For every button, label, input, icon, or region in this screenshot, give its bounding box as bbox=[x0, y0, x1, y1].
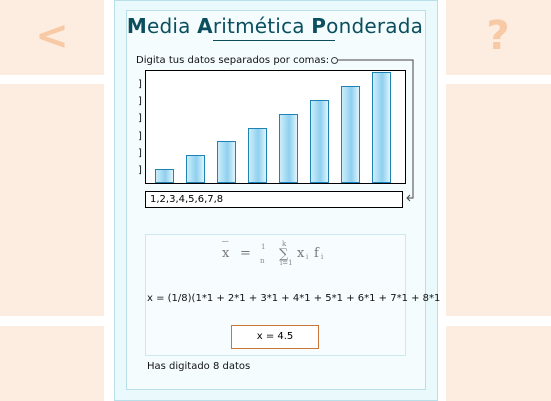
bar-6 bbox=[310, 99, 329, 183]
formula-term-x: x bbox=[297, 246, 305, 261]
bar-8 bbox=[372, 72, 391, 183]
y-tick-label: ] bbox=[138, 113, 142, 125]
formula-fraction-numerator: 1 bbox=[261, 243, 266, 251]
formula-fraction-denominator: n bbox=[260, 257, 265, 265]
bar-4 bbox=[248, 127, 267, 183]
bar-chart bbox=[145, 70, 406, 184]
data-count-text: Has digitado 8 datos bbox=[147, 361, 251, 372]
bar-3 bbox=[217, 141, 236, 183]
y-tick-label: ] bbox=[138, 130, 142, 142]
formula-term-f: f bbox=[314, 246, 319, 261]
formula-term-f-sub: i bbox=[321, 253, 324, 261]
bar-7 bbox=[341, 85, 360, 183]
formula-equals: = bbox=[240, 246, 251, 261]
y-tick-label: ] bbox=[138, 79, 142, 90]
bar-1 bbox=[155, 169, 174, 183]
data-input-field[interactable] bbox=[145, 191, 403, 208]
y-tick-label: ] bbox=[138, 147, 142, 159]
formula-symbol-bar: ‾ bbox=[222, 240, 229, 255]
result-display: x = 4.5 bbox=[231, 325, 319, 349]
formula-term-x-sub: i bbox=[306, 253, 309, 261]
bar-2 bbox=[186, 155, 205, 183]
y-tick-label: ] bbox=[138, 165, 142, 176]
bar-5 bbox=[279, 113, 298, 183]
formula-expansion: x = (1/8)(1*1 + 2*1 + 3*1 + 4*1 + 5*1 + … bbox=[147, 293, 441, 304]
formula-sum-lower: i=1 bbox=[280, 259, 293, 267]
y-tick-label: ] bbox=[138, 96, 142, 108]
